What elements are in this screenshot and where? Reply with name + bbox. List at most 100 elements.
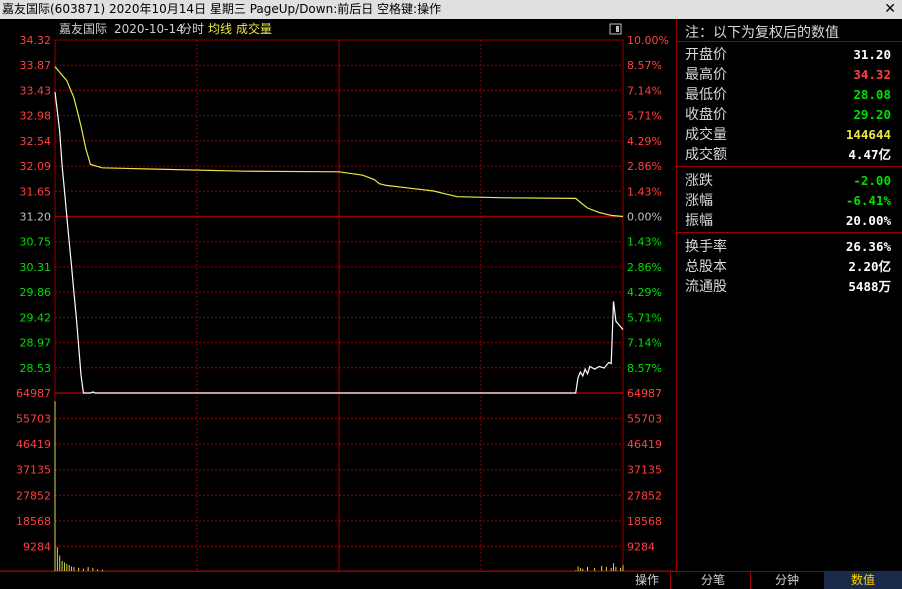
- volume-tick-label: 46419: [16, 438, 51, 451]
- volume-tick-label-right: 27852: [627, 489, 662, 502]
- info-label: 总股本: [685, 259, 727, 275]
- bottom-tab-bar: 操作 分笔 分钟 数值: [0, 571, 902, 589]
- info-value: 2.20亿: [848, 259, 891, 274]
- price-tick-label: 32.98: [20, 110, 52, 123]
- percent-tick-label: 4.29%: [627, 286, 662, 299]
- info-value: 26.36%: [845, 239, 891, 254]
- percent-tick-label: 2.86%: [627, 160, 662, 173]
- info-separator: [677, 166, 902, 167]
- info-value: -6.41%: [845, 193, 891, 208]
- price-tick-label: 30.31: [20, 261, 52, 274]
- info-row: 最高价 34.32: [685, 65, 891, 85]
- volume-tick-label-right: 64987: [627, 387, 662, 400]
- info-separator: [677, 232, 902, 233]
- percent-tick-label: 8.57%: [627, 362, 662, 375]
- price-tick-label: 32.09: [20, 160, 52, 173]
- info-label: 流通股: [685, 279, 727, 295]
- info-panel: 注：以下为复权后的数值 开盘价 31.20 最高价 34.32 最低价 28.08 收盘价 2…: [676, 19, 902, 571]
- volume-tick-label: 18568: [16, 515, 51, 528]
- info-label: 最低价: [685, 87, 727, 103]
- info-row: 涨跌 -2.00: [685, 171, 891, 191]
- percent-tick-label: 1.43%: [627, 185, 662, 198]
- info-row: 收盘价 29.20: [685, 105, 891, 125]
- legend-volume-label[interactable]: 成交量: [236, 21, 272, 36]
- title-bar: 嘉友国际(603871) 2020年10月14日 星期三 PageUp/Down…: [0, 0, 902, 19]
- chart-date: 2020-10-14: [114, 22, 184, 36]
- info-label: 涨幅: [685, 193, 713, 209]
- info-value: 4.47亿: [848, 147, 891, 162]
- info-value: 144644: [845, 127, 891, 142]
- axis-labels: 34.32 10.00% 33.87 8.57% 33.43 7.14% 32.98 5.71…: [16, 34, 669, 587]
- volume-tick-label: 9284: [23, 540, 51, 553]
- volume-tick-label: 27852: [16, 489, 51, 502]
- percent-tick-label: 8.57%: [627, 59, 662, 72]
- percent-tick-label: 0.00%: [627, 211, 662, 224]
- price-tick-label: 29.42: [20, 311, 52, 324]
- grid: [0, 39, 676, 573]
- tab-3[interactable]: 数值: [824, 572, 902, 589]
- price-tick-label: 33.87: [20, 59, 52, 72]
- info-label: 收盘价: [685, 107, 727, 123]
- price-tick-label: 29.86: [20, 286, 52, 299]
- percent-tick-label: 2.86%: [627, 261, 662, 274]
- volume-tick-label: 55703: [16, 413, 51, 426]
- percent-tick-label: 4.29%: [627, 135, 662, 148]
- tab-2[interactable]: 分钟: [750, 572, 824, 589]
- price-tick-label: 34.32: [20, 34, 52, 47]
- info-separator: [677, 41, 902, 42]
- price-tick-label: 30.75: [20, 236, 52, 249]
- info-label: 换手率: [685, 239, 727, 255]
- volume-tick-label-right: 9284: [627, 540, 655, 553]
- chart-stock-name: 嘉友国际: [59, 22, 107, 36]
- tab-0[interactable]: 操作: [624, 572, 670, 589]
- info-label: 最高价: [685, 67, 727, 83]
- info-label: 开盘价: [685, 47, 727, 63]
- info-value: 34.32: [853, 67, 891, 82]
- price-tick-label: 32.54: [20, 135, 52, 148]
- volume-tick-label-right: 18568: [627, 515, 662, 528]
- percent-tick-label: 7.14%: [627, 337, 662, 350]
- chart-header: 嘉友国际 2020-10-14 分时 均线 成交量: [59, 21, 622, 36]
- chart-settings-icon[interactable]: [609, 23, 622, 35]
- info-value: 31.20: [853, 47, 891, 62]
- info-label: 成交量: [685, 127, 727, 143]
- percent-tick-label: 1.43%: [627, 236, 662, 249]
- chart-settings-icon-inner: [616, 26, 619, 32]
- volume-tick-label-right: 46419: [627, 438, 662, 451]
- percent-tick-label: 5.71%: [627, 110, 662, 123]
- price-tick-label: 31.20: [20, 211, 52, 224]
- chart-svg[interactable]: 34.32 10.00% 33.87 8.57% 33.43 7.14% 32.98 5.71…: [0, 19, 676, 587]
- volume-tick-label: 64987: [16, 387, 51, 400]
- tab-divider: [670, 572, 671, 589]
- info-label: 振幅: [685, 213, 713, 229]
- info-value: 20.00%: [845, 213, 891, 228]
- info-value: 28.08: [853, 87, 891, 102]
- intraday-chart[interactable]: 34.32 10.00% 33.87 8.57% 33.43 7.14% 32.98 5.71…: [0, 19, 676, 587]
- price-tick-label: 28.53: [20, 362, 52, 375]
- price-tick-label: 28.97: [20, 337, 52, 350]
- legend-avg-label[interactable]: 均线: [208, 22, 232, 36]
- info-value: 5488万: [848, 279, 891, 294]
- volume-tick-label-right: 55703: [627, 413, 662, 426]
- info-row: 涨幅 -6.41%: [685, 191, 891, 211]
- info-value: -2.00: [853, 173, 891, 188]
- info-label: 涨跌: [685, 173, 713, 189]
- info-value: 29.20: [853, 107, 891, 122]
- info-label: 成交额: [685, 147, 727, 163]
- price-tick-label: 33.43: [20, 84, 52, 97]
- close-icon[interactable]: ✕: [884, 0, 896, 19]
- percent-tick-label: 10.00%: [627, 34, 669, 47]
- chart-mode: 分时: [180, 22, 204, 36]
- info-row: 总股本 2.20亿: [685, 257, 891, 277]
- info-row: 成交额 4.47亿: [685, 145, 891, 165]
- info-header: 注：以下为复权后的数值: [685, 25, 839, 41]
- price-tick-label: 31.65: [20, 185, 52, 198]
- volume-tick-label: 37135: [16, 464, 51, 477]
- volume-tick-label-right: 37135: [627, 464, 662, 477]
- window-title: 嘉友国际(603871) 2020年10月14日 星期三 PageUp/Down…: [2, 2, 442, 16]
- info-row: 最低价 28.08: [685, 85, 891, 105]
- info-row: 振幅 20.00%: [685, 211, 891, 231]
- tab-1[interactable]: 分笔: [676, 572, 750, 589]
- percent-tick-label: 7.14%: [627, 84, 662, 97]
- info-row: 开盘价 31.20: [685, 45, 891, 65]
